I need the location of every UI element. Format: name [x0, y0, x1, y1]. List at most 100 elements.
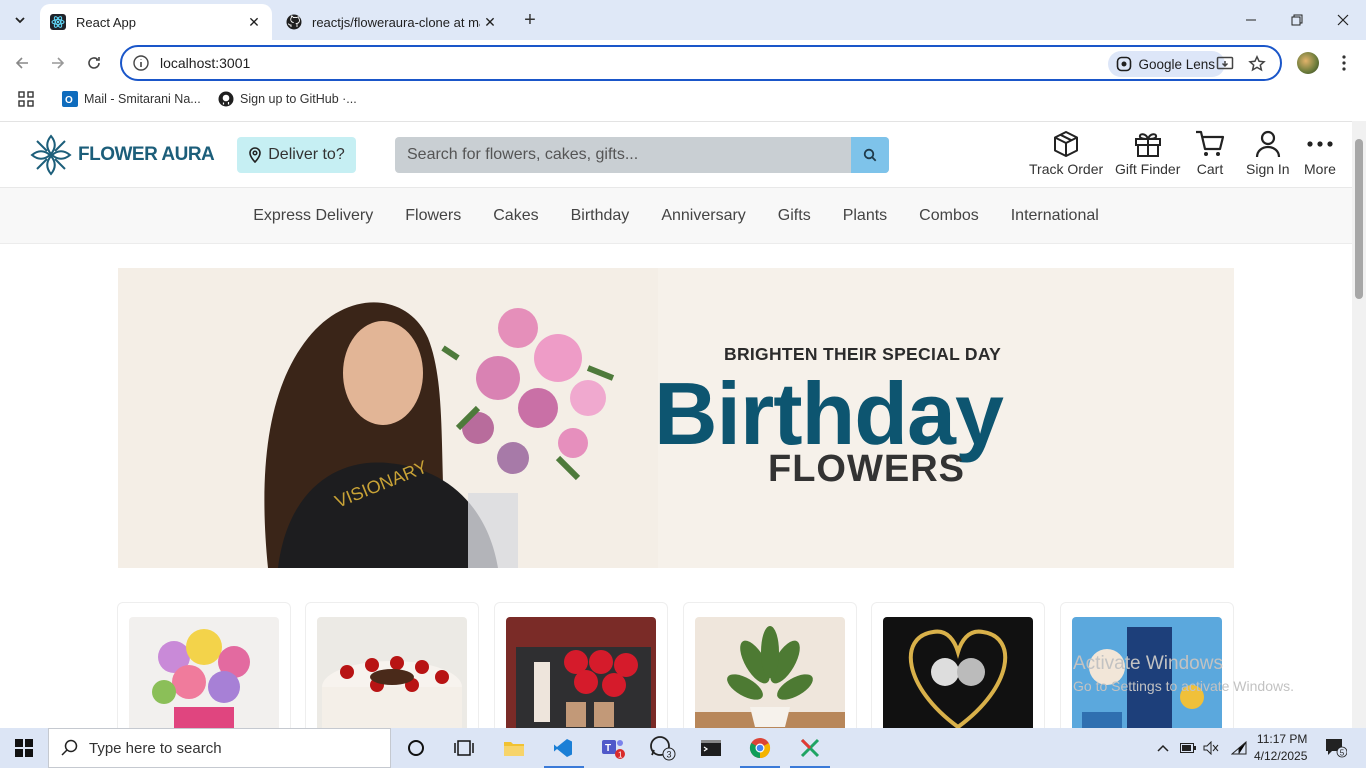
taskbar-search-placeholder: Type here to search	[89, 739, 222, 757]
track-order-label: Track Order	[1029, 161, 1104, 177]
sign-in-label: Sign In	[1246, 161, 1290, 177]
react-favicon-icon	[50, 14, 66, 30]
card-potted-plant[interactable]	[683, 602, 857, 728]
gift-finder-button[interactable]: Gift Finder	[1115, 130, 1180, 177]
apps-grid-icon	[18, 91, 34, 107]
nav-anniversary[interactable]: Anniversary	[645, 207, 761, 225]
nav-birthday[interactable]: Birthday	[555, 207, 646, 225]
info-icon[interactable]	[132, 54, 150, 72]
search-input[interactable]	[395, 146, 851, 164]
close-tab-icon[interactable]: ✕	[244, 12, 264, 32]
tab-strip: React App ✕ reactjs/floweraura-clone at …	[0, 0, 1366, 40]
chevron-up-icon	[1157, 744, 1169, 752]
page-scrollbar[interactable]	[1352, 121, 1366, 728]
battery-button[interactable]	[1177, 734, 1199, 762]
chevron-down-icon	[15, 17, 25, 24]
hero-banner[interactable]: VISIONARY BRIGHTEN THEIR SPECIAL DAY Bir…	[118, 268, 1234, 568]
vscode-button[interactable]	[549, 734, 577, 762]
whatsapp-badge: 3	[667, 750, 672, 760]
terminal-icon	[701, 740, 721, 756]
nav-plants[interactable]: Plants	[827, 207, 903, 225]
nav-cakes[interactable]: Cakes	[477, 207, 554, 225]
cortana-circle-icon	[408, 740, 424, 756]
vscode-icon	[554, 739, 572, 757]
tab-react-app[interactable]: React App ✕	[40, 4, 272, 40]
track-order-button[interactable]: Track Order	[1029, 130, 1103, 177]
more-button[interactable]: More	[1304, 130, 1336, 177]
apps-button[interactable]	[18, 91, 34, 107]
task-view-icon	[454, 740, 474, 756]
card-black-forest-cake[interactable]	[305, 602, 479, 728]
couple-frame-image	[883, 617, 1033, 728]
minimize-button[interactable]	[1228, 6, 1274, 34]
nav-express-delivery[interactable]: Express Delivery	[237, 207, 389, 225]
potted-plant-image	[695, 617, 845, 728]
close-window-button[interactable]	[1320, 6, 1366, 34]
category-cards	[117, 602, 1235, 728]
deliver-label: Deliver to?	[268, 146, 345, 163]
terminal-button[interactable]	[697, 734, 725, 762]
teams-badge: 1	[618, 751, 623, 760]
reload-button[interactable]	[80, 49, 108, 77]
whatsapp-button[interactable]: 3	[648, 734, 676, 762]
search-icon	[863, 148, 877, 162]
google-lens-button[interactable]: Google Lens	[1108, 51, 1225, 77]
teams-icon: T1	[602, 740, 625, 760]
back-button[interactable]	[8, 49, 36, 77]
reload-icon	[88, 57, 100, 69]
bookmark-github[interactable]: Sign up to GitHub ·...	[218, 91, 357, 107]
scrollbar-thumb[interactable]	[1355, 139, 1363, 299]
tray-overflow-button[interactable]	[1152, 734, 1174, 762]
tab-github[interactable]: reactjs/floweraura-clone at mas ✕	[276, 4, 508, 40]
sign-in-button[interactable]: Sign In	[1246, 130, 1290, 177]
activate-windows-watermark: Activate Windows Go to Settings to activ…	[1073, 653, 1294, 697]
flower-aura-logo[interactable]: FLOWER AURA	[28, 132, 215, 178]
cortana-button[interactable]	[402, 734, 430, 762]
bookmark-mail[interactable]: O Mail - Smitarani Na...	[62, 91, 201, 107]
card-couple-frame[interactable]	[871, 602, 1045, 728]
forward-button[interactable]	[44, 49, 72, 77]
nav-international[interactable]: International	[995, 207, 1115, 225]
restore-button[interactable]	[1274, 6, 1320, 34]
nav-flowers[interactable]: Flowers	[389, 207, 477, 225]
taskbar-clock[interactable]: 11:17 PM 4/12/2025	[1254, 731, 1307, 765]
profile-avatar[interactable]	[1297, 52, 1319, 74]
address-bar[interactable]: localhost:3001 Google Lens	[120, 45, 1282, 81]
arrow-left-icon	[15, 57, 28, 69]
chrome-button[interactable]	[746, 734, 774, 762]
windows-logo-icon	[15, 739, 33, 757]
svg-text:T: T	[605, 743, 611, 754]
notifications-button[interactable]: 5	[1322, 734, 1350, 762]
start-button[interactable]	[10, 734, 38, 762]
card-roses-hamper[interactable]	[494, 602, 668, 728]
whatsapp-icon: 3	[650, 736, 676, 761]
taskbar-search[interactable]: Type here to search	[48, 728, 391, 768]
tab-search-button[interactable]	[8, 8, 32, 32]
teams-button[interactable]: T1	[599, 734, 627, 762]
bookmark-label: Mail - Smitarani Na...	[84, 92, 201, 106]
bookmark-star-button[interactable]	[1246, 53, 1268, 75]
card-flowers-bouquet[interactable]	[117, 602, 291, 728]
network-button[interactable]	[1228, 734, 1250, 762]
close-tab-icon[interactable]: ✕	[480, 12, 500, 32]
new-tab-button[interactable]: +	[518, 8, 542, 32]
browser-toolbar: localhost:3001 Google Lens	[0, 40, 1366, 86]
bookmark-label: Sign up to GitHub ·...	[240, 92, 357, 106]
cart-button[interactable]: Cart	[1194, 130, 1226, 177]
nav-gifts[interactable]: Gifts	[762, 207, 827, 225]
deliver-to-button[interactable]: Deliver to?	[237, 137, 356, 173]
cart-label: Cart	[1196, 161, 1224, 177]
watermark-text: Go to Settings to activate Windows.	[1073, 678, 1294, 694]
logo-text: FLOWER AURA	[78, 144, 215, 165]
file-explorer-button[interactable]	[500, 734, 528, 762]
clock-time: 11:17 PM	[1256, 732, 1308, 746]
snipping-tool-button[interactable]	[796, 734, 824, 762]
install-app-button[interactable]	[1214, 53, 1236, 75]
chrome-menu-button[interactable]	[1330, 49, 1358, 77]
gift-icon	[1134, 133, 1161, 157]
search-button[interactable]	[851, 137, 889, 173]
nav-combos[interactable]: Combos	[903, 207, 995, 225]
tab-title: reactjs/floweraura-clone at mas	[312, 14, 480, 30]
task-view-button[interactable]	[450, 734, 478, 762]
volume-button[interactable]	[1200, 734, 1222, 762]
